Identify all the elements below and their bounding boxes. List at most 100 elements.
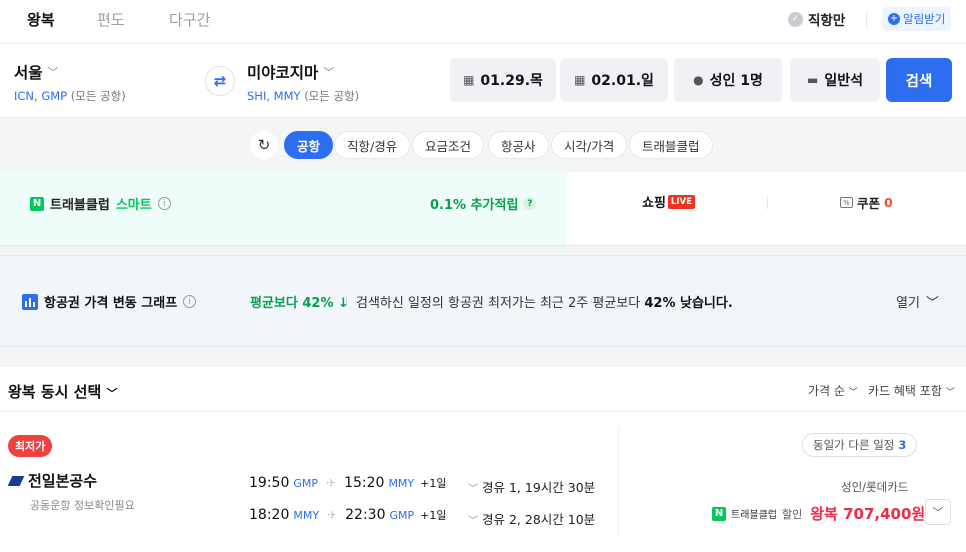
coupon-label: 쿠폰 (857, 196, 881, 211)
destination-note: (모든 공항) (304, 89, 360, 103)
card-name: 성인/롯데카드 (841, 480, 909, 494)
departure-airport: MMY (293, 508, 320, 522)
filter-chip-travel-club[interactable]: 트래블클럽 (629, 131, 713, 159)
other-schedules-button[interactable]: 동일가 다른 일정 3 (802, 433, 918, 457)
filter-chip-direct-stops[interactable]: 직항/경유 (334, 131, 411, 159)
filter-chip-time-price[interactable]: 시각/가격 (551, 131, 628, 159)
plus-icon: + (888, 13, 900, 25)
return-date: 02.01.일 (591, 73, 654, 89)
chevron-down-icon: ﹀ (468, 516, 478, 527)
person-icon: ● (693, 73, 704, 87)
direct-only-toggle[interactable]: ✓ 직항만 (788, 9, 845, 29)
cabin-class: 일반석 (824, 73, 863, 89)
chevron-down-icon: ﹀ (932, 506, 944, 519)
bar-chart-icon (22, 293, 38, 310)
shopping-label: 쇼핑 (642, 196, 666, 211)
origin-note: (모든 공항) (70, 89, 126, 103)
results-header: 왕복 동시 선택 ﹀ 가격 순 ﹀ 카드 혜택 포함 ﹀ (0, 367, 966, 412)
divider (767, 197, 768, 209)
origin-city: 서울 (14, 64, 43, 82)
description-text: 검색하신 일정의 항공권 최저가는 최근 2주 평균보다 (356, 296, 645, 311)
filter-chip-airline[interactable]: 항공사 (488, 131, 549, 159)
open-graph-button[interactable]: 열기 ﹀ (896, 292, 939, 311)
filter-chip-fare-conditions[interactable]: 요금조건 (412, 131, 485, 159)
filter-chip-airport[interactable]: 공항 (284, 131, 334, 159)
travel-club-name: 트래블클럽 (50, 198, 110, 213)
naver-n-icon: N (30, 196, 44, 211)
return-date-button[interactable]: ▦ 02.01.일 (560, 58, 668, 102)
card-benefit-dropdown[interactable]: 카드 혜택 포함 ﹀ (868, 382, 955, 399)
return-stops[interactable]: ﹀ 경유 2, 28시간 10분 (468, 509, 595, 528)
swap-icon[interactable]: ⇄ (205, 66, 235, 96)
airline-logo-icon (7, 475, 25, 486)
tab-one-way[interactable]: 편도 (97, 9, 125, 30)
club-benefits: 쇼핑 LIVE % 쿠폰 0 (567, 172, 966, 245)
help-icon[interactable]: ? (523, 197, 537, 210)
calendar-icon: ▦ (574, 73, 586, 87)
price-graph-panel: 항공권 가격 변동 그래프 i 평균보다 42% ↓ 검색하신 일정의 항공권 … (0, 255, 966, 347)
destination-codes: SHI, MMY (247, 89, 301, 103)
price-graph-description: 검색하신 일정의 항공권 최저가는 최근 2주 평균보다 42% 낮습니다. (356, 292, 733, 311)
price-graph-title: 항공권 가격 변동 그래프 i (22, 292, 197, 311)
price-graph-title-text: 항공권 가격 변동 그래프 (44, 296, 178, 311)
coupon-link[interactable]: % 쿠폰 0 (840, 193, 893, 212)
destination-selector[interactable]: 미야코지마 ﹀ SHI, MMY (모든 공항) (247, 61, 359, 104)
chevron-down-icon: ﹀ (468, 484, 478, 495)
outbound-leg[interactable]: 19:50 GMP ✈ 15:20 MMY +1일 (249, 475, 446, 491)
plane-icon: ✈ (326, 476, 337, 490)
results-title-button[interactable]: 왕복 동시 선택 ﹀ (8, 381, 117, 402)
extra-accrual-text: 0.1% 추가적립 (430, 198, 519, 213)
stops-text: 경유 2, 28시간 10분 (482, 512, 596, 527)
airline-label: 전일본공수 (28, 472, 98, 490)
chevron-down-icon: ﹀ (945, 388, 955, 398)
origin-selector[interactable]: 서울 ﹀ ICN, GMP (모든 공항) (14, 61, 126, 104)
calendar-icon: ▦ (463, 73, 475, 87)
card-benefit-label: 카드 혜택 포함 (868, 384, 942, 398)
origin-codes: ICN, GMP (14, 89, 68, 103)
other-schedules-count: 3 (898, 438, 907, 452)
tab-round-trip[interactable]: 왕복 (27, 9, 55, 30)
discount-label: 할인 (782, 507, 803, 521)
expand-button[interactable]: ﹀ (925, 499, 951, 525)
price-alert-label: 알림받기 (903, 12, 946, 26)
chevron-down-icon: ﹀ (848, 388, 858, 398)
return-leg[interactable]: 18:20 MMY ✈ 22:30 GMP +1일 (249, 507, 446, 523)
arrival-time: 22:30 (345, 507, 386, 523)
results-panel: 왕복 동시 선택 ﹀ 가격 순 ﹀ 카드 혜택 포함 ﹀ 최저가 전일본공수 공… (0, 367, 966, 552)
travel-club-smart: 스마트 (115, 198, 152, 213)
travel-club-banner: N 트래블클럽 스마트 i 0.1% 추가적립 ? 쇼핑 LIVE % 쿠폰 0 (0, 172, 966, 246)
sort-dropdown[interactable]: 가격 순 ﹀ (808, 382, 858, 399)
extra-accrual: 0.1% 추가적립 ? (430, 194, 537, 213)
other-schedules-label: 동일가 다른 일정 (813, 438, 895, 452)
description-bold: 42% 낮습니다. (644, 296, 733, 311)
depart-date-button[interactable]: ▦ 01.29.목 (450, 58, 556, 102)
seat-icon: ▬ (807, 73, 819, 87)
outbound-stops[interactable]: ﹀ 경유 1, 19시간 30분 (468, 477, 595, 496)
cabin-class-button[interactable]: ▬ 일반석 (790, 58, 880, 102)
passenger-button[interactable]: ● 성인 1명 (674, 58, 782, 102)
departure-time: 19:50 (249, 475, 290, 491)
airline-name: 전일본공수 (7, 470, 98, 491)
price-alert-button[interactable]: + 알림받기 (882, 7, 952, 31)
coupon-count: 0 (884, 195, 893, 210)
divider (346, 295, 347, 307)
direct-only-label: 직항만 (808, 13, 846, 29)
info-icon[interactable]: i (183, 295, 197, 308)
sort-label: 가격 순 (808, 384, 845, 398)
price-row[interactable]: N 트래블클럽 할인 왕복 707,400원~ (712, 503, 938, 524)
live-badge: LIVE (667, 194, 695, 209)
passenger-count: 성인 1명 (709, 73, 763, 89)
tab-multi-city[interactable]: 다구간 (169, 9, 210, 30)
destination-city: 미야코지마 (247, 64, 319, 82)
plane-icon: ✈ (327, 508, 338, 522)
average-badge: 평균보다 42% ↓ (250, 296, 349, 311)
check-icon: ✓ (788, 11, 803, 27)
shopping-live-link[interactable]: 쇼핑 LIVE (642, 192, 695, 211)
results-title: 왕복 동시 선택 (8, 383, 102, 401)
search-button[interactable]: 검색 (886, 58, 952, 102)
refresh-icon[interactable]: ↻ (250, 131, 278, 159)
chevron-down-icon: ﹀ (47, 66, 59, 79)
round-trip-price: 왕복 707,400원~ (810, 505, 938, 523)
info-icon[interactable]: i (157, 197, 171, 210)
coupon-icon: % (840, 197, 853, 208)
